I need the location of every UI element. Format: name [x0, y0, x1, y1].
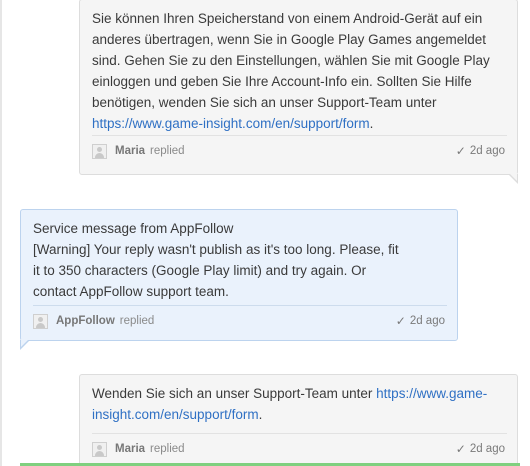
author-name: AppFollow: [56, 315, 115, 327]
timestamp: 2d ago: [469, 145, 505, 157]
avatar: [92, 441, 107, 457]
check-icon: ✓: [395, 314, 406, 328]
bubble-tail: [20, 339, 30, 350]
message-end: .: [369, 116, 374, 131]
avatar: [33, 313, 48, 329]
thread-rail: [0, 0, 2, 466]
service-title: Service message from AppFollow: [33, 221, 234, 236]
timestamp: 2d ago: [469, 443, 505, 455]
message-text: Service message from AppFollow [Warning]…: [21, 210, 457, 302]
check-icon: ✓: [455, 442, 466, 456]
message-end: .: [258, 407, 263, 422]
message-body: Wenden Sie sich an unser Support-Team un…: [92, 386, 377, 401]
bubble-tail: [508, 173, 518, 184]
reply-message: Wenden Sie sich an unser Support-Team un…: [79, 374, 518, 466]
timestamp: 2d ago: [409, 315, 445, 327]
message-footer: AppFollow replied ✓ 2d ago: [21, 306, 457, 336]
check-icon: ✓: [455, 144, 466, 158]
message-body: Sie können Ihren Speicherstand von einem…: [92, 11, 490, 110]
reply-message: Sie können Ihren Speicherstand von einem…: [79, 0, 518, 184]
reply-verb: replied: [119, 315, 155, 327]
author-name: Maria: [115, 145, 146, 157]
message-body: [Warning] Your reply wasn't publish as i…: [33, 242, 399, 299]
support-link[interactable]: https://www.game-insight.com/en/support/…: [92, 116, 370, 131]
message-text: Sie können Ihren Speicherstand von einem…: [80, 0, 517, 131]
message-footer: Maria replied ✓ 2d ago: [80, 434, 517, 464]
service-message: Service message from AppFollow [Warning]…: [20, 209, 458, 350]
reply-verb: replied: [150, 443, 185, 455]
reply-verb: replied: [150, 145, 185, 157]
avatar: [92, 143, 107, 159]
message-footer: Maria replied ✓ 2d ago: [80, 136, 517, 166]
author-name: Maria: [115, 443, 146, 455]
message-text: Wenden Sie sich an unser Support-Team un…: [80, 375, 517, 425]
